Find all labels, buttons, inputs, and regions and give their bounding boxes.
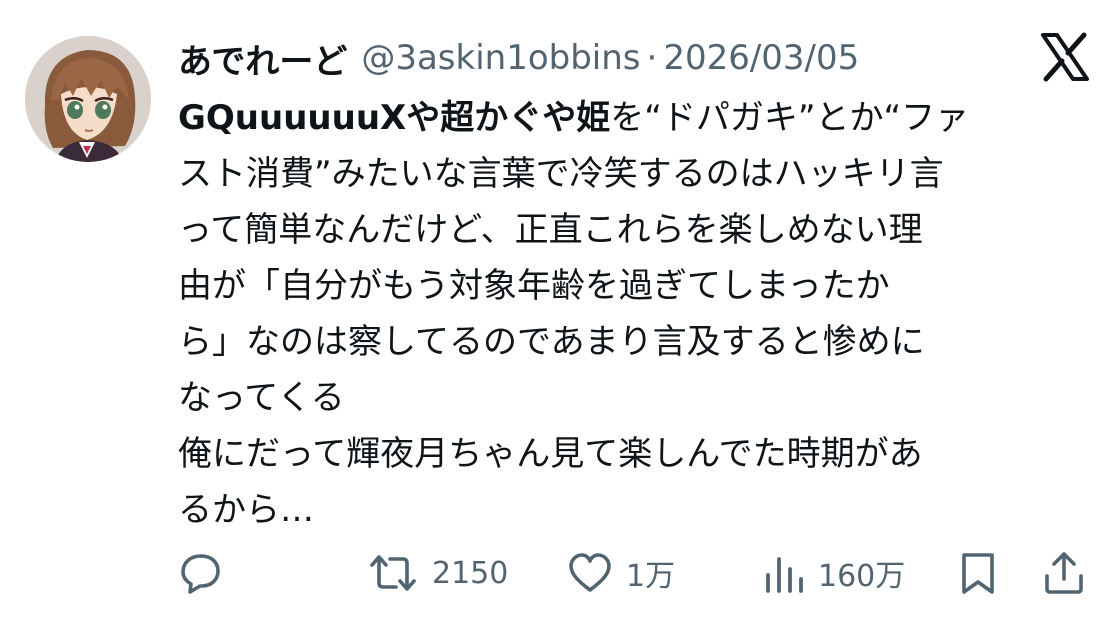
display-name[interactable]: あでれーど [178,34,347,83]
tweet-action-bar: 2150 1万 160万 [176,545,1091,601]
bookmark-icon [962,553,994,594]
tweet-text-line: 由が「自分がもう対象年齢を過ぎてしまったか [178,266,890,306]
tweet-text-line: るから… [178,490,314,530]
views-count: 160万 [818,559,906,594]
tweet-text-line: なってくる [178,378,345,418]
tweet-text-line: GQuuuuuuXや超かぐや姫を“ドパガキ”とか“ファ [178,90,1078,146]
like-button[interactable]: 1万 [566,545,675,601]
bold-title-chou-kaguya-hime: 超かぐや姫 [440,98,611,138]
retweet-count: 2150 [432,555,509,591]
tweet-timestamp[interactable]: 2026/03/05 [663,38,859,78]
retweet-icon [370,555,416,591]
share-button[interactable] [1042,545,1086,601]
share-upload-icon [1045,552,1083,594]
bold-title-gquuuuuux: GQuuuuuuX [178,98,407,138]
retweet-button[interactable]: 2150 [366,545,508,601]
views-button[interactable]: 160万 [762,545,905,601]
bookmark-button[interactable] [956,545,1000,601]
text-segment: を“ドパガキ”とか“ファ [610,98,970,138]
separator-dot: · [646,38,658,78]
tweet-text-line: スト消費”みたいな言葉で冷笑するのはハッキリ言 [178,154,944,194]
avatar[interactable] [25,36,151,162]
x-logo-icon [1040,32,1090,82]
bold-particle: や [406,98,441,138]
analytics-bars-icon [766,557,803,593]
tweet-text-line: ら」なのは察してるのであまり言及すると惨めに [178,322,925,362]
tweet-text-line: 俺にだって輝夜月ちゃん見て楽しんでた時期があ [178,434,923,474]
user-handle[interactable]: @3askin1obbins [361,38,640,78]
tweet-text: GQuuuuuuXや超かぐや姫を“ドパガキ”とか“ファ スト消費”みたいな言葉で… [178,90,1078,538]
reply-bubble-icon [181,554,220,594]
heart-icon [569,553,611,592]
anime-character-avatar-icon [25,36,151,162]
tweet-text-line: って簡単なんだけど、正直これらを楽しめない理 [178,210,923,250]
like-count: 1万 [626,559,676,594]
tweet-header: あでれーど @3askin1obbins · 2026/03/05 [178,30,859,86]
reply-button[interactable] [176,545,224,601]
